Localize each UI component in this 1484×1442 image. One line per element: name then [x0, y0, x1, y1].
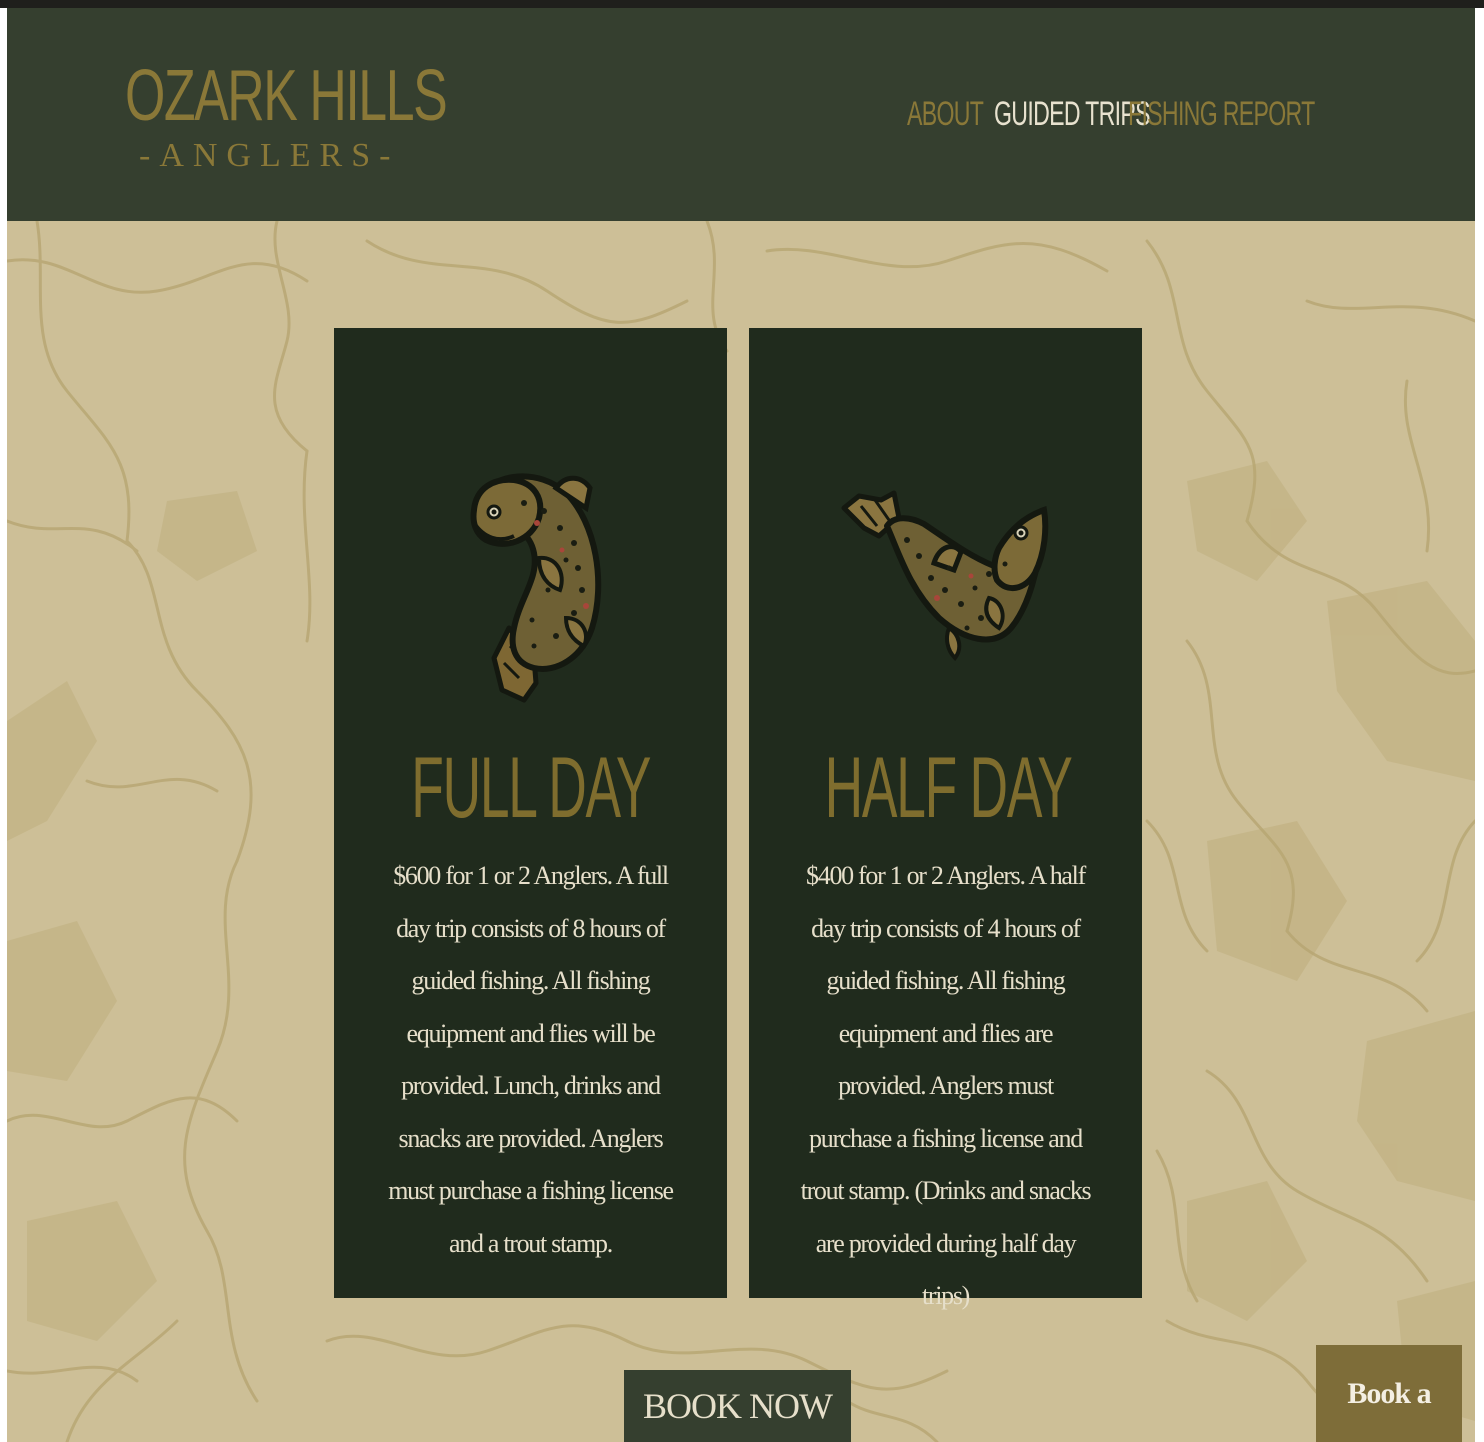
nav-item-guided-trips[interactable]: GUIDED TRIPS — [994, 94, 1151, 134]
site-header: OZARK HILLS -ANGLERS- ABOUT GUIDED TRIPS… — [7, 8, 1475, 221]
half-day-title: HALF DAY — [824, 740, 1073, 836]
book-a-trip-button[interactable]: Book a Trip! — [1316, 1345, 1462, 1442]
half-day-description: $400 for 1 or 2 Anglers. A half day trip… — [800, 861, 1092, 1310]
crackle-texture-background — [7, 221, 1475, 1442]
half-day-card: HALF DAY $400 for 1 or 2 Anglers. A half… — [749, 328, 1142, 1310]
trout-leaping-icon — [841, 490, 1049, 661]
trout-jumping-icon — [470, 473, 602, 703]
nav-item-about[interactable]: ABOUT — [907, 94, 984, 134]
site-logo[interactable]: OZARK HILLS -ANGLERS- — [125, 56, 448, 186]
logo-subtitle: -ANGLERS- — [139, 137, 400, 174]
full-day-card: FULL DAY $600 for 1 or 2 Anglers. A full… — [334, 328, 727, 1298]
logo-title: OZARK HILLS — [125, 56, 448, 136]
full-day-description: $600 for 1 or 2 Anglers. A full day trip… — [388, 861, 674, 1258]
top-border — [0, 0, 1484, 8]
full-day-title: FULL DAY — [411, 740, 651, 836]
page: OZARK HILLS -ANGLERS- ABOUT GUIDED TRIPS… — [7, 8, 1475, 1442]
nav-item-fishing-report[interactable]: FISHING REPORT — [1128, 94, 1315, 134]
book-now-button[interactable]: BOOK NOW — [624, 1370, 851, 1442]
